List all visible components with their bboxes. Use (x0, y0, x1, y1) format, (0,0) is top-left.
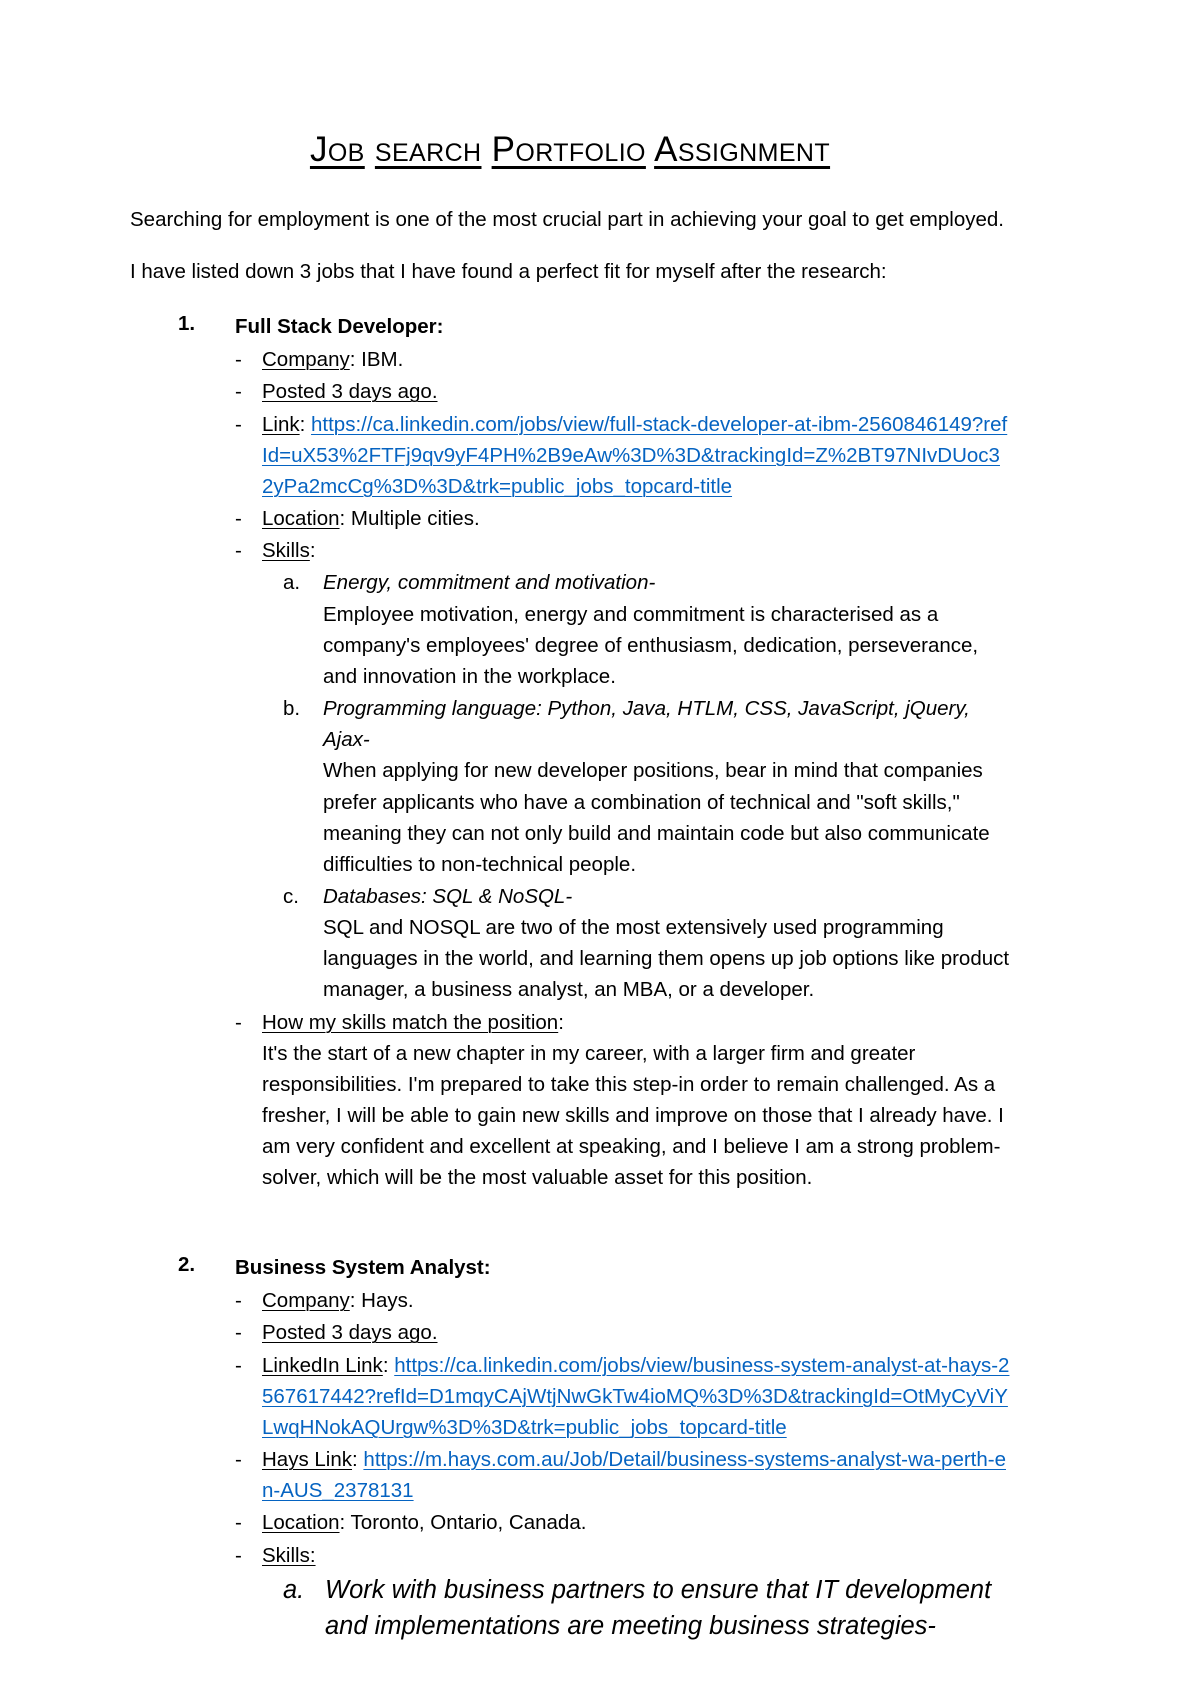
job-2-linkedin-wrap: LinkedIn Link: https://ca.linkedin.com/j… (262, 1350, 1010, 1443)
job-2-posted-row: - Posted 3 days ago. (235, 1317, 1010, 1348)
job-1-number: 1. (178, 311, 196, 335)
job-1-skills-label: Skills (262, 539, 310, 563)
job-2-posted: Posted 3 days ago. (262, 1321, 438, 1345)
job-2-company-value: : Hays. (349, 1289, 414, 1313)
job-2-linkedin-separator: : (382, 1353, 395, 1377)
job-1-match-text: It's the start of a new chapter in my ca… (262, 1041, 1004, 1190)
job-1-skill-b-head: Programming language: Python, Java, HTLM… (323, 697, 970, 752)
dash-bullet-icon: - (235, 1289, 242, 1313)
job-2-hays-row: - Hays Link: https://m.hays.com.au/Job/D… (235, 1444, 1010, 1506)
job-1-title: Full Stack Developer: (235, 314, 444, 338)
job-1-skills-colon: : (309, 539, 316, 563)
title-gap-2 (481, 130, 491, 169)
title-word-4: Assignment (654, 130, 831, 169)
job-1-skill-a-desc: Employee motivation, energy and commitme… (323, 602, 979, 688)
job-1-match-row: - How my skills match the position: It's… (235, 1007, 1010, 1194)
job-2-location-label: Location (262, 1511, 340, 1535)
job-1-skill-c-desc: SQL and NOSQL are two of the most extens… (323, 916, 1010, 1002)
dash-bullet-icon: - (235, 412, 242, 436)
job-1-posted-row: - Posted 3 days ago. (235, 376, 1010, 407)
job-1-skill-b-letter: b. (283, 697, 301, 721)
dash-bullet-icon: - (235, 507, 242, 531)
dash-bullet-icon: - (235, 1010, 242, 1034)
job-1-company-value: : IBM. (349, 348, 404, 372)
job-1-link-wrap: Link: https://ca.linkedin.com/jobs/view/… (262, 409, 1010, 502)
job-1-location-row: - Location: Multiple cities. (235, 503, 1010, 534)
job-1-match-colon: : (558, 1010, 564, 1034)
job-2-hays-label: Hays Link (262, 1448, 353, 1472)
job-2-number: 2. (178, 1252, 196, 1276)
title-gap-3 (646, 130, 654, 169)
job-1-skill-b-desc: When applying for new developer position… (323, 759, 990, 876)
job-item-1: 1. Full Stack Developer: - Company: IBM.… (130, 312, 1010, 1194)
job-2-skills-row: - Skills: (235, 1540, 1010, 1571)
job-2-hays-separator: : (352, 1448, 364, 1472)
job-1-link-separator: : (299, 412, 312, 436)
job-2-skills-label: Skills: (262, 1543, 316, 1567)
dash-bullet-icon: - (235, 380, 242, 404)
dash-bullet-icon: - (235, 1321, 242, 1345)
job-1-skill-c-letter: c. (283, 884, 299, 908)
job-2-location-row: - Location: Toronto, Ontario, Canada. (235, 1507, 1010, 1538)
job-2-skill-a-letter: a. (283, 1575, 305, 1604)
job-2-linkedin-row: - LinkedIn Link: https://ca.linkedin.com… (235, 1350, 1010, 1443)
title-word-3: Portfolio (491, 130, 646, 169)
job-1-skills-heading: Skills: (262, 535, 1010, 566)
job-2-skill-a: a. Work with business partners to ensure… (283, 1572, 1010, 1644)
dash-bullet-icon: - (235, 1448, 242, 1472)
job-1-skill-c-head: Databases: SQL & NoSQL- (323, 884, 573, 908)
page-title: Job search Portfolio Assignment (130, 130, 1010, 170)
job-2-company-label: Company (262, 1289, 350, 1313)
job-1-match-label: How my skills match the position (262, 1010, 559, 1034)
dash-bullet-icon: - (235, 1511, 242, 1535)
job-1-skill-a-head: Energy, commitment and motivation- (323, 571, 656, 595)
job-1-link-label: Link (262, 412, 300, 436)
job-2-location: Location: Toronto, Ontario, Canada. (262, 1507, 1010, 1538)
dash-bullet-icon: - (235, 539, 242, 563)
job-1-match-heading: How my skills match the position: (262, 1007, 1010, 1038)
dash-bullet-icon: - (235, 1353, 242, 1377)
intro-paragraph: Searching for employment is one of the m… (130, 208, 1004, 232)
job-1-posted: Posted 3 days ago. (262, 380, 438, 404)
title-word-1: Job (309, 130, 365, 169)
dash-bullet-icon: - (235, 1543, 242, 1567)
title-word-2: search (374, 130, 482, 169)
job-1-link-row: - Link: https://ca.linkedin.com/jobs/vie… (235, 409, 1010, 502)
job-2-linkedin-label: LinkedIn Link (262, 1353, 383, 1377)
job-1-skill-b: b. Programming language: Python, Java, H… (283, 693, 1010, 880)
title-gap-1 (365, 130, 375, 169)
job-1-location-value: : Multiple cities. (339, 507, 480, 531)
job-2-title: Business System Analyst: (235, 1255, 491, 1279)
job-2-company-row: - Company: Hays. (235, 1285, 1010, 1316)
job-1-skill-a-letter: a. (283, 571, 301, 595)
job-2-skill-a-head: Work with business partners to ensure th… (325, 1575, 992, 1640)
job-1-skill-c: c. Databases: SQL & NoSQL- SQL and NOSQL… (283, 881, 1010, 1006)
job-1-location-label: Location (262, 507, 340, 531)
dash-bullet-icon: - (235, 348, 242, 372)
job-1-company: Company: IBM. (262, 344, 1010, 375)
job-1-link-url[interactable]: https://ca.linkedin.com/jobs/view/full-s… (262, 413, 1007, 498)
job-2-hays-url[interactable]: https://m.hays.com.au/Job/Detail/busines… (262, 1448, 1006, 1502)
job-1-location: Location: Multiple cities. (262, 503, 1010, 534)
job-1-skills-row: - Skills: (235, 535, 1010, 566)
job-2-hays-wrap: Hays Link: https://m.hays.com.au/Job/Det… (262, 1444, 1010, 1506)
job-2-location-value: : Toronto, Ontario, Canada. (339, 1511, 587, 1535)
job-item-2: 2. Business System Analyst: - Company: H… (130, 1253, 1010, 1645)
job-1-skill-a: a. Energy, commitment and motivation- Em… (283, 567, 1010, 692)
document-page: Job search Portfolio Assignment Searchin… (0, 0, 1200, 1698)
job-2-company: Company: Hays. (262, 1285, 1010, 1316)
lead-paragraph: I have listed down 3 jobs that I have fo… (130, 260, 887, 284)
job-1-company-label: Company (262, 348, 350, 372)
job-1-company-row: - Company: IBM. (235, 344, 1010, 375)
